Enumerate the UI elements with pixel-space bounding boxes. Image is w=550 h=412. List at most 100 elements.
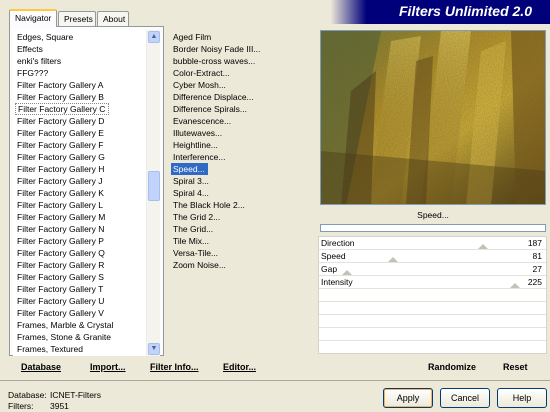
filter-item-label: Difference Spirals... (173, 104, 248, 114)
filter-item-label: Interference... (173, 152, 226, 162)
category-item[interactable]: Frames, Stone & Granite (15, 331, 145, 343)
category-item[interactable]: Filter Factory Gallery S (15, 271, 145, 283)
category-item[interactable]: Filter Factory Gallery V (15, 307, 145, 319)
filter-item[interactable]: Spiral 4... (171, 187, 291, 199)
scroll-down-button[interactable]: ▼ (148, 343, 160, 355)
progress-bar (320, 224, 546, 232)
filter-item-label: Aged Film (173, 32, 212, 42)
category-scrollbar[interactable]: ▲ ▼ (146, 30, 160, 356)
scroll-up-button[interactable]: ▲ (148, 31, 160, 43)
filter-item[interactable]: Aged Film (171, 31, 291, 43)
preview-caption: Speed... (417, 210, 449, 220)
filter-item-label: Illutewaves... (173, 128, 223, 138)
category-item-label: Filter Factory Gallery T (17, 284, 104, 294)
category-item[interactable]: Filter Factory Gallery P (15, 235, 145, 247)
slider-row[interactable]: Gap 27 (319, 263, 546, 276)
category-item-label: Filter Factory Gallery L (17, 200, 103, 210)
filter-item[interactable]: Versa-Tile... (171, 247, 291, 259)
slider-thumb[interactable] (510, 283, 521, 288)
filter-item[interactable]: Border Noisy Fade III... (171, 43, 291, 55)
apply-button[interactable]: Apply (383, 388, 433, 408)
filter-item[interactable]: Spiral 3... (171, 175, 291, 187)
database-button[interactable]: Database (21, 362, 61, 372)
filter-item[interactable]: The Black Hole 2... (171, 199, 291, 211)
slider-thumb[interactable] (388, 257, 398, 262)
slider-row[interactable]: Direction 187 (319, 237, 546, 250)
filters-status-value: 3951 (50, 401, 69, 411)
filter-item[interactable]: Interference... (171, 151, 291, 163)
filter-item[interactable]: Difference Spirals... (171, 103, 291, 115)
category-item[interactable]: Filter Factory Gallery D (15, 115, 145, 127)
filter-item[interactable]: Cyber Mosh... (171, 79, 291, 91)
filter-item[interactable]: bubble-cross waves... (171, 55, 291, 67)
import-button[interactable]: Import... (90, 362, 126, 372)
tab-navigator[interactable]: Navigator (9, 9, 57, 27)
category-item-label: Filter Factory Gallery H (17, 164, 105, 174)
category-item[interactable]: Filter Factory Gallery U (15, 295, 145, 307)
tab-presets[interactable]: Presets (58, 11, 96, 26)
category-item[interactable]: Filter Factory Gallery C (15, 103, 145, 115)
category-item[interactable]: Filter Factory Gallery H (15, 163, 145, 175)
category-list[interactable]: Edges, Square Effects enki's filters FFG???… (13, 30, 160, 356)
category-item[interactable]: Frames, Textured (15, 343, 145, 355)
category-item[interactable]: Effects (15, 43, 145, 55)
category-item[interactable]: Edges, Square (15, 31, 145, 43)
slider-row[interactable]: Speed 81 (319, 250, 546, 263)
category-item-label: Frames, Stone & Granite (17, 332, 112, 342)
slider-value: 81 (532, 251, 542, 261)
slider-value: 27 (532, 264, 542, 274)
category-item[interactable]: Filter Factory Gallery A (15, 79, 145, 91)
category-item[interactable]: Filter Factory Gallery E (15, 127, 145, 139)
filter-item[interactable]: Difference Displace... (171, 91, 291, 103)
filter-item-label: Difference Displace... (173, 92, 254, 102)
category-item-label: Frames, Marble & Crystal (17, 320, 114, 330)
filter-item-label: Spiral 4... (173, 188, 209, 198)
filter-item[interactable]: Zoom Noise... (171, 259, 291, 271)
category-item[interactable]: enki's filters (15, 55, 145, 67)
filter-item[interactable]: Color-Extract... (171, 67, 291, 79)
database-status-value: ICNET-Filters (50, 390, 101, 400)
category-item[interactable]: Filter Factory Gallery Q (15, 247, 145, 259)
filter-item[interactable]: Evanescence... (171, 115, 291, 127)
category-item[interactable]: Filter Factory Gallery M (15, 211, 145, 223)
category-item[interactable]: Frames, Marble & Crystal (15, 319, 145, 331)
slider-thumb[interactable] (478, 244, 489, 249)
filter-item[interactable]: Tile Mix... (171, 235, 291, 247)
category-item[interactable]: Filter Factory Gallery F (15, 139, 145, 151)
filter-list[interactable]: Aged Film Border Noisy Fade III... bubble-… (171, 31, 291, 271)
filter-item-label: Spiral 3... (173, 176, 209, 186)
category-item-label: Filter Factory Gallery A (17, 80, 104, 90)
editor-button[interactable]: Editor... (223, 362, 256, 372)
filter-item[interactable]: The Grid... (171, 223, 291, 235)
filter-item[interactable]: Illutewaves... (171, 127, 291, 139)
help-button[interactable]: Help (497, 388, 547, 408)
filter-item[interactable]: Heightline... (171, 139, 291, 151)
category-item[interactable]: Filter Factory Gallery R (15, 259, 145, 271)
filter-item[interactable]: The Grid 2... (171, 211, 291, 223)
filter-info-button[interactable]: Filter Info... (150, 362, 199, 372)
category-item-label: Filter Factory Gallery S (17, 272, 104, 282)
category-item-label: Edges, Square (17, 32, 74, 42)
category-item-label: Filter Factory Gallery N (17, 224, 105, 234)
reset-button[interactable]: Reset (503, 362, 528, 372)
category-item[interactable]: Filter Factory Gallery N (15, 223, 145, 235)
filter-item-label: Tile Mix... (173, 236, 210, 246)
filter-item[interactable]: Speed... (171, 163, 291, 175)
tab-about[interactable]: About (97, 11, 129, 26)
category-item[interactable]: Filter Factory Gallery T (15, 283, 145, 295)
category-item[interactable]: Filter Factory Gallery L (15, 199, 145, 211)
category-item-label: Filter Factory Gallery P (17, 236, 104, 246)
category-item[interactable]: Filter Factory Gallery B (15, 91, 145, 103)
category-item-label: Filter Factory Gallery K (17, 188, 104, 198)
category-item[interactable]: Filter Factory Gallery G (15, 151, 145, 163)
cancel-button[interactable]: Cancel (440, 388, 490, 408)
database-status-label: Database: (8, 390, 47, 400)
category-item[interactable]: FFG??? (15, 67, 145, 79)
scroll-thumb[interactable] (148, 171, 160, 201)
filter-item-label: Zoom Noise... (173, 260, 226, 270)
category-item[interactable]: Filter Factory Gallery K (15, 187, 145, 199)
randomize-button[interactable]: Randomize (428, 362, 476, 372)
slider-thumb[interactable] (342, 270, 352, 275)
category-item[interactable]: Filter Factory Gallery J (15, 175, 145, 187)
slider-row[interactable]: Intensity 225 (319, 276, 546, 289)
